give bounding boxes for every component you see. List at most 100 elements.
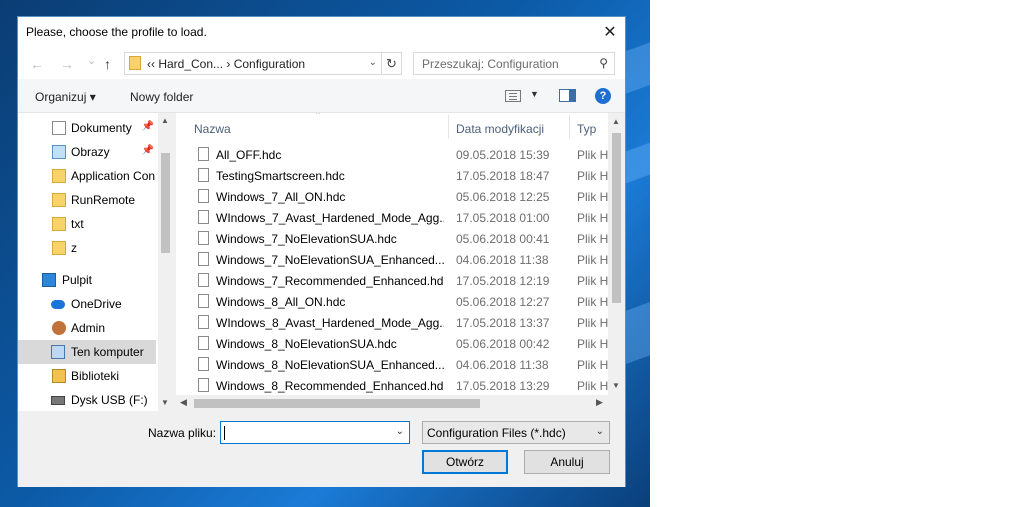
file-icon (198, 252, 209, 266)
preview-pane-icon[interactable] (559, 89, 576, 102)
scroll-down-icon[interactable]: ▼ (612, 381, 620, 390)
sidebar-scrollbar[interactable]: ▲ ▼ (158, 113, 173, 411)
view-dropdown-icon[interactable]: ▼ (530, 89, 539, 99)
table-row[interactable]: Windows_8_NoElevationSUA.hdc 05.06.2018 … (176, 333, 608, 354)
scroll-down-icon[interactable]: ▼ (161, 398, 169, 407)
organize-button[interactable]: Organizuj ▾ (35, 90, 96, 104)
search-input[interactable]: Przeszukaj: Configuration ⚲ (413, 52, 615, 75)
sidebar-item-label: Application Con (71, 169, 156, 183)
text-caret (224, 426, 225, 440)
refresh-icon[interactable]: ↻ (381, 53, 401, 74)
chevron-down-icon[interactable]: ⌄ (369, 57, 377, 68)
file-icon (198, 147, 209, 161)
chevron-down-icon[interactable]: ⌄ (396, 426, 404, 437)
documents-icon (52, 121, 66, 135)
file-type-filter[interactable]: Configuration Files (*.hdc) ⌄ (422, 421, 610, 444)
file-type: Plik HDC (577, 379, 608, 393)
file-date: 17.05.2018 13:29 (456, 379, 550, 393)
file-date: 17.05.2018 13:37 (456, 316, 550, 330)
file-icon (198, 231, 209, 245)
recent-locations-icon[interactable]: ⌄ (87, 54, 96, 67)
navigation-pane[interactable]: Dokumenty 📌 Obrazy 📌 Application Con Run… (18, 113, 173, 411)
sidebar-item-desktop[interactable]: Pulpit (18, 268, 156, 292)
close-button[interactable]: ✕ (595, 17, 625, 47)
file-name: All_OFF.hdc (216, 148, 282, 162)
file-icon (198, 315, 209, 329)
table-row[interactable]: Windows_8_NoElevationSUA_Enhanced.... 04… (176, 354, 608, 375)
table-row[interactable]: WIndows_7_Avast_Hardened_Mode_Agg... 17.… (176, 207, 608, 228)
filename-input[interactable]: ⌄ (220, 421, 410, 444)
file-name: Windows_7_NoElevationSUA_Enhanced.... (216, 253, 444, 267)
scroll-up-icon[interactable]: ▲ (612, 117, 620, 126)
sidebar-item-application-con[interactable]: Application Con (18, 164, 156, 188)
table-row[interactable]: All_OFF.hdc 09.05.2018 15:39 Plik HDC (176, 144, 608, 165)
column-divider[interactable] (569, 115, 570, 139)
file-name: WIndows_8_Avast_Hardened_Mode_Agg... (216, 316, 444, 330)
sidebar-item-pictures[interactable]: Obrazy 📌 (18, 140, 156, 164)
table-row[interactable]: TestingSmartscreen.hdc 17.05.2018 18:47 … (176, 165, 608, 186)
file-name: Windows_8_NoElevationSUA_Enhanced.... (216, 358, 444, 372)
file-icon (198, 273, 209, 287)
breadcrumb[interactable]: ‹‹ Hard_Con... › Configuration (147, 57, 305, 71)
user-icon (52, 321, 66, 335)
file-date: 04.06.2018 11:38 (456, 253, 549, 267)
table-row[interactable]: Windows_7_NoElevationSUA_Enhanced.... 04… (176, 249, 608, 270)
pin-icon: 📌 (141, 121, 154, 132)
sidebar-item-libraries[interactable]: Biblioteki (18, 364, 156, 388)
sidebar-item-onedrive[interactable]: OneDrive (18, 292, 156, 316)
open-button[interactable]: Otwórz (422, 450, 508, 474)
sidebar-item-z[interactable]: z (18, 236, 156, 260)
sidebar-item-label: OneDrive (71, 297, 122, 311)
column-header-name[interactable]: Nazwa (194, 122, 231, 136)
column-header-type[interactable]: Typ (577, 122, 596, 136)
table-row[interactable]: Windows_8_All_ON.hdc 05.06.2018 12:27 Pl… (176, 291, 608, 312)
new-folder-button[interactable]: Nowy folder (130, 90, 193, 104)
forward-arrow-icon[interactable]: → (60, 56, 74, 72)
sidebar-item-usb-drive[interactable]: Dysk USB (F:) (18, 388, 156, 411)
sidebar-item-label: Obrazy (71, 145, 110, 159)
scrollbar-corner (608, 395, 625, 411)
file-type-filter-value: Configuration Files (*.hdc) (427, 426, 566, 440)
folder-icon (52, 169, 66, 183)
file-list-vertical-scrollbar[interactable]: ▲ ▼ (608, 113, 625, 395)
file-date: 05.06.2018 12:27 (456, 295, 550, 309)
scrollbar-thumb[interactable] (194, 399, 480, 408)
file-name: Windows_8_NoElevationSUA.hdc (216, 337, 397, 351)
view-mode-icon[interactable] (505, 90, 521, 102)
file-type: Plik HDC (577, 232, 608, 246)
table-row[interactable]: Windows_7_All_ON.hdc 05.06.2018 12:25 Pl… (176, 186, 608, 207)
cancel-button-label: Anuluj (550, 455, 584, 469)
help-icon[interactable]: ? (595, 88, 611, 104)
sidebar-item-admin[interactable]: Admin (18, 316, 156, 340)
column-header-date[interactable]: Data modyfikacji (456, 122, 544, 136)
back-arrow-icon[interactable]: ← (30, 56, 44, 72)
search-placeholder: Przeszukaj: Configuration (422, 57, 559, 71)
sidebar-item-label: z (71, 241, 77, 255)
column-divider[interactable] (448, 115, 449, 139)
table-row[interactable]: Windows_8_Recommended_Enhanced.hdc 17.05… (176, 375, 608, 396)
up-arrow-icon[interactable]: ↑ (104, 56, 111, 72)
sidebar-item-runremote[interactable]: RunRemote (18, 188, 156, 212)
scroll-up-icon[interactable]: ▲ (161, 116, 169, 125)
computer-icon (51, 345, 65, 359)
address-bar[interactable]: ‹‹ Hard_Con... › Configuration ⌄ ↻ (124, 52, 402, 75)
file-date: 05.06.2018 12:25 (456, 190, 550, 204)
scroll-right-icon[interactable]: ▶ (596, 397, 603, 408)
sidebar-item-this-pc[interactable]: Ten komputer (18, 340, 156, 364)
scroll-left-icon[interactable]: ◀ (180, 397, 187, 408)
table-row[interactable]: Windows_7_NoElevationSUA.hdc 05.06.2018 … (176, 228, 608, 249)
sidebar-item-documents[interactable]: Dokumenty 📌 (18, 116, 156, 140)
desktop-icon (42, 273, 56, 287)
scrollbar-thumb[interactable] (161, 153, 170, 253)
file-list[interactable]: ⌃ Nazwa Data modyfikacji Typ All_OFF.hdc… (176, 113, 625, 411)
cancel-button[interactable]: Anuluj (524, 450, 610, 474)
file-icon (198, 378, 209, 392)
table-row[interactable]: Windows_7_Recommended_Enhanced.hdc 17.05… (176, 270, 608, 291)
search-icon[interactable]: ⚲ (599, 56, 608, 70)
sidebar-item-txt[interactable]: txt (18, 212, 156, 236)
pictures-icon (52, 145, 66, 159)
table-row[interactable]: WIndows_8_Avast_Hardened_Mode_Agg... 17.… (176, 312, 608, 333)
title-bar: Please, choose the profile to load. ✕ (18, 17, 625, 47)
scrollbar-thumb[interactable] (612, 133, 621, 303)
file-list-horizontal-scrollbar[interactable]: ◀ ▶ (176, 395, 608, 411)
